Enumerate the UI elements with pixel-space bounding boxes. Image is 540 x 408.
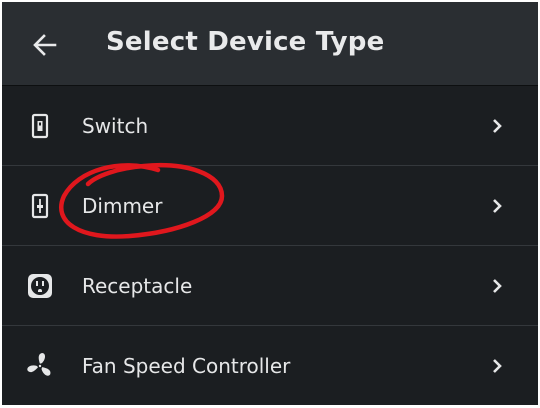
fan-icon: [27, 353, 51, 376]
device-label: Receptacle: [82, 274, 193, 298]
app-header: Select Device Type: [2, 2, 538, 86]
device-item-receptacle[interactable]: Receptacle: [2, 246, 538, 326]
arrow-left-icon: [33, 34, 57, 56]
device-item-fan-speed-controller[interactable]: Fan Speed Controller: [2, 326, 538, 405]
receptacle-icon: [28, 274, 52, 298]
chevron-right-icon: [493, 199, 502, 213]
device-type-list: Switch Dimmer Receptacle Fan Speed Contr…: [2, 86, 538, 405]
device-item-dimmer[interactable]: Dimmer: [2, 166, 538, 246]
chevron-right-icon: [493, 279, 502, 293]
back-button[interactable]: [30, 30, 60, 60]
dimmer-icon: [31, 193, 49, 219]
device-label: Switch: [82, 114, 149, 138]
device-label: Dimmer: [82, 194, 163, 218]
chevron-right-icon: [493, 119, 502, 133]
switch-icon: [31, 113, 49, 139]
device-type-screen: Select Device Type Switch Dimmer Recepta…: [2, 2, 538, 405]
page-title: Select Device Type: [106, 27, 385, 57]
chevron-right-icon: [493, 359, 502, 373]
device-label: Fan Speed Controller: [82, 354, 291, 378]
device-item-switch[interactable]: Switch: [2, 86, 538, 166]
